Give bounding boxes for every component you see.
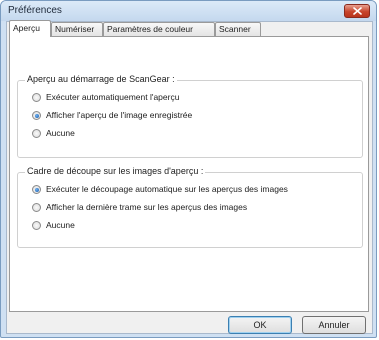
cancel-button[interactable]: Annuler (302, 316, 366, 334)
radio-none-crop[interactable] (32, 221, 41, 230)
ok-button[interactable]: OK (228, 316, 292, 334)
radio-show-saved-preview[interactable] (32, 111, 41, 120)
group-title: Cadre de découpe sur les images d'aperçu… (25, 166, 206, 176)
apercu-tab-panel: Aperçu au démarrage de ScanGear : Exécut… (9, 36, 369, 312)
tab-label: Scanner (219, 24, 251, 34)
tab-apercu[interactable]: Aperçu (9, 20, 51, 37)
close-icon (353, 7, 362, 15)
option-label: Aucune (46, 128, 75, 138)
tab-label: Numériser (55, 24, 95, 34)
title-bar: Préférences (1, 1, 376, 21)
tab-scanner[interactable]: Scanner (215, 22, 261, 36)
preview-at-startup-group: Aperçu au démarrage de ScanGear : Exécut… (17, 74, 363, 158)
radio-none-preview[interactable] (32, 129, 41, 138)
radio-auto-crop[interactable] (32, 185, 41, 194)
option-label: Afficher la dernière trame sur les aperç… (46, 202, 248, 212)
option-label: Aucune (46, 220, 75, 230)
crop-frame-group: Cadre de découpe sur les images d'aperçu… (17, 166, 363, 248)
option-label: Exécuter le découpage automatique sur le… (46, 184, 288, 194)
tab-numeriser[interactable]: Numériser (51, 22, 103, 36)
tab-parametres-couleur[interactable]: Paramètres de couleur (103, 22, 215, 36)
tab-label: Paramètres de couleur (107, 24, 193, 34)
radio-auto-preview[interactable] (32, 93, 41, 102)
option-label: Exécuter automatiquement l'aperçu (46, 92, 180, 102)
radio-last-frame[interactable] (32, 203, 41, 212)
option-label: Afficher l'aperçu de l'image enregistrée (46, 110, 193, 120)
close-button[interactable] (344, 4, 370, 18)
group-title: Aperçu au démarrage de ScanGear : (25, 74, 177, 84)
window-title: Préférences (8, 5, 62, 16)
tab-label: Aperçu (13, 23, 40, 33)
